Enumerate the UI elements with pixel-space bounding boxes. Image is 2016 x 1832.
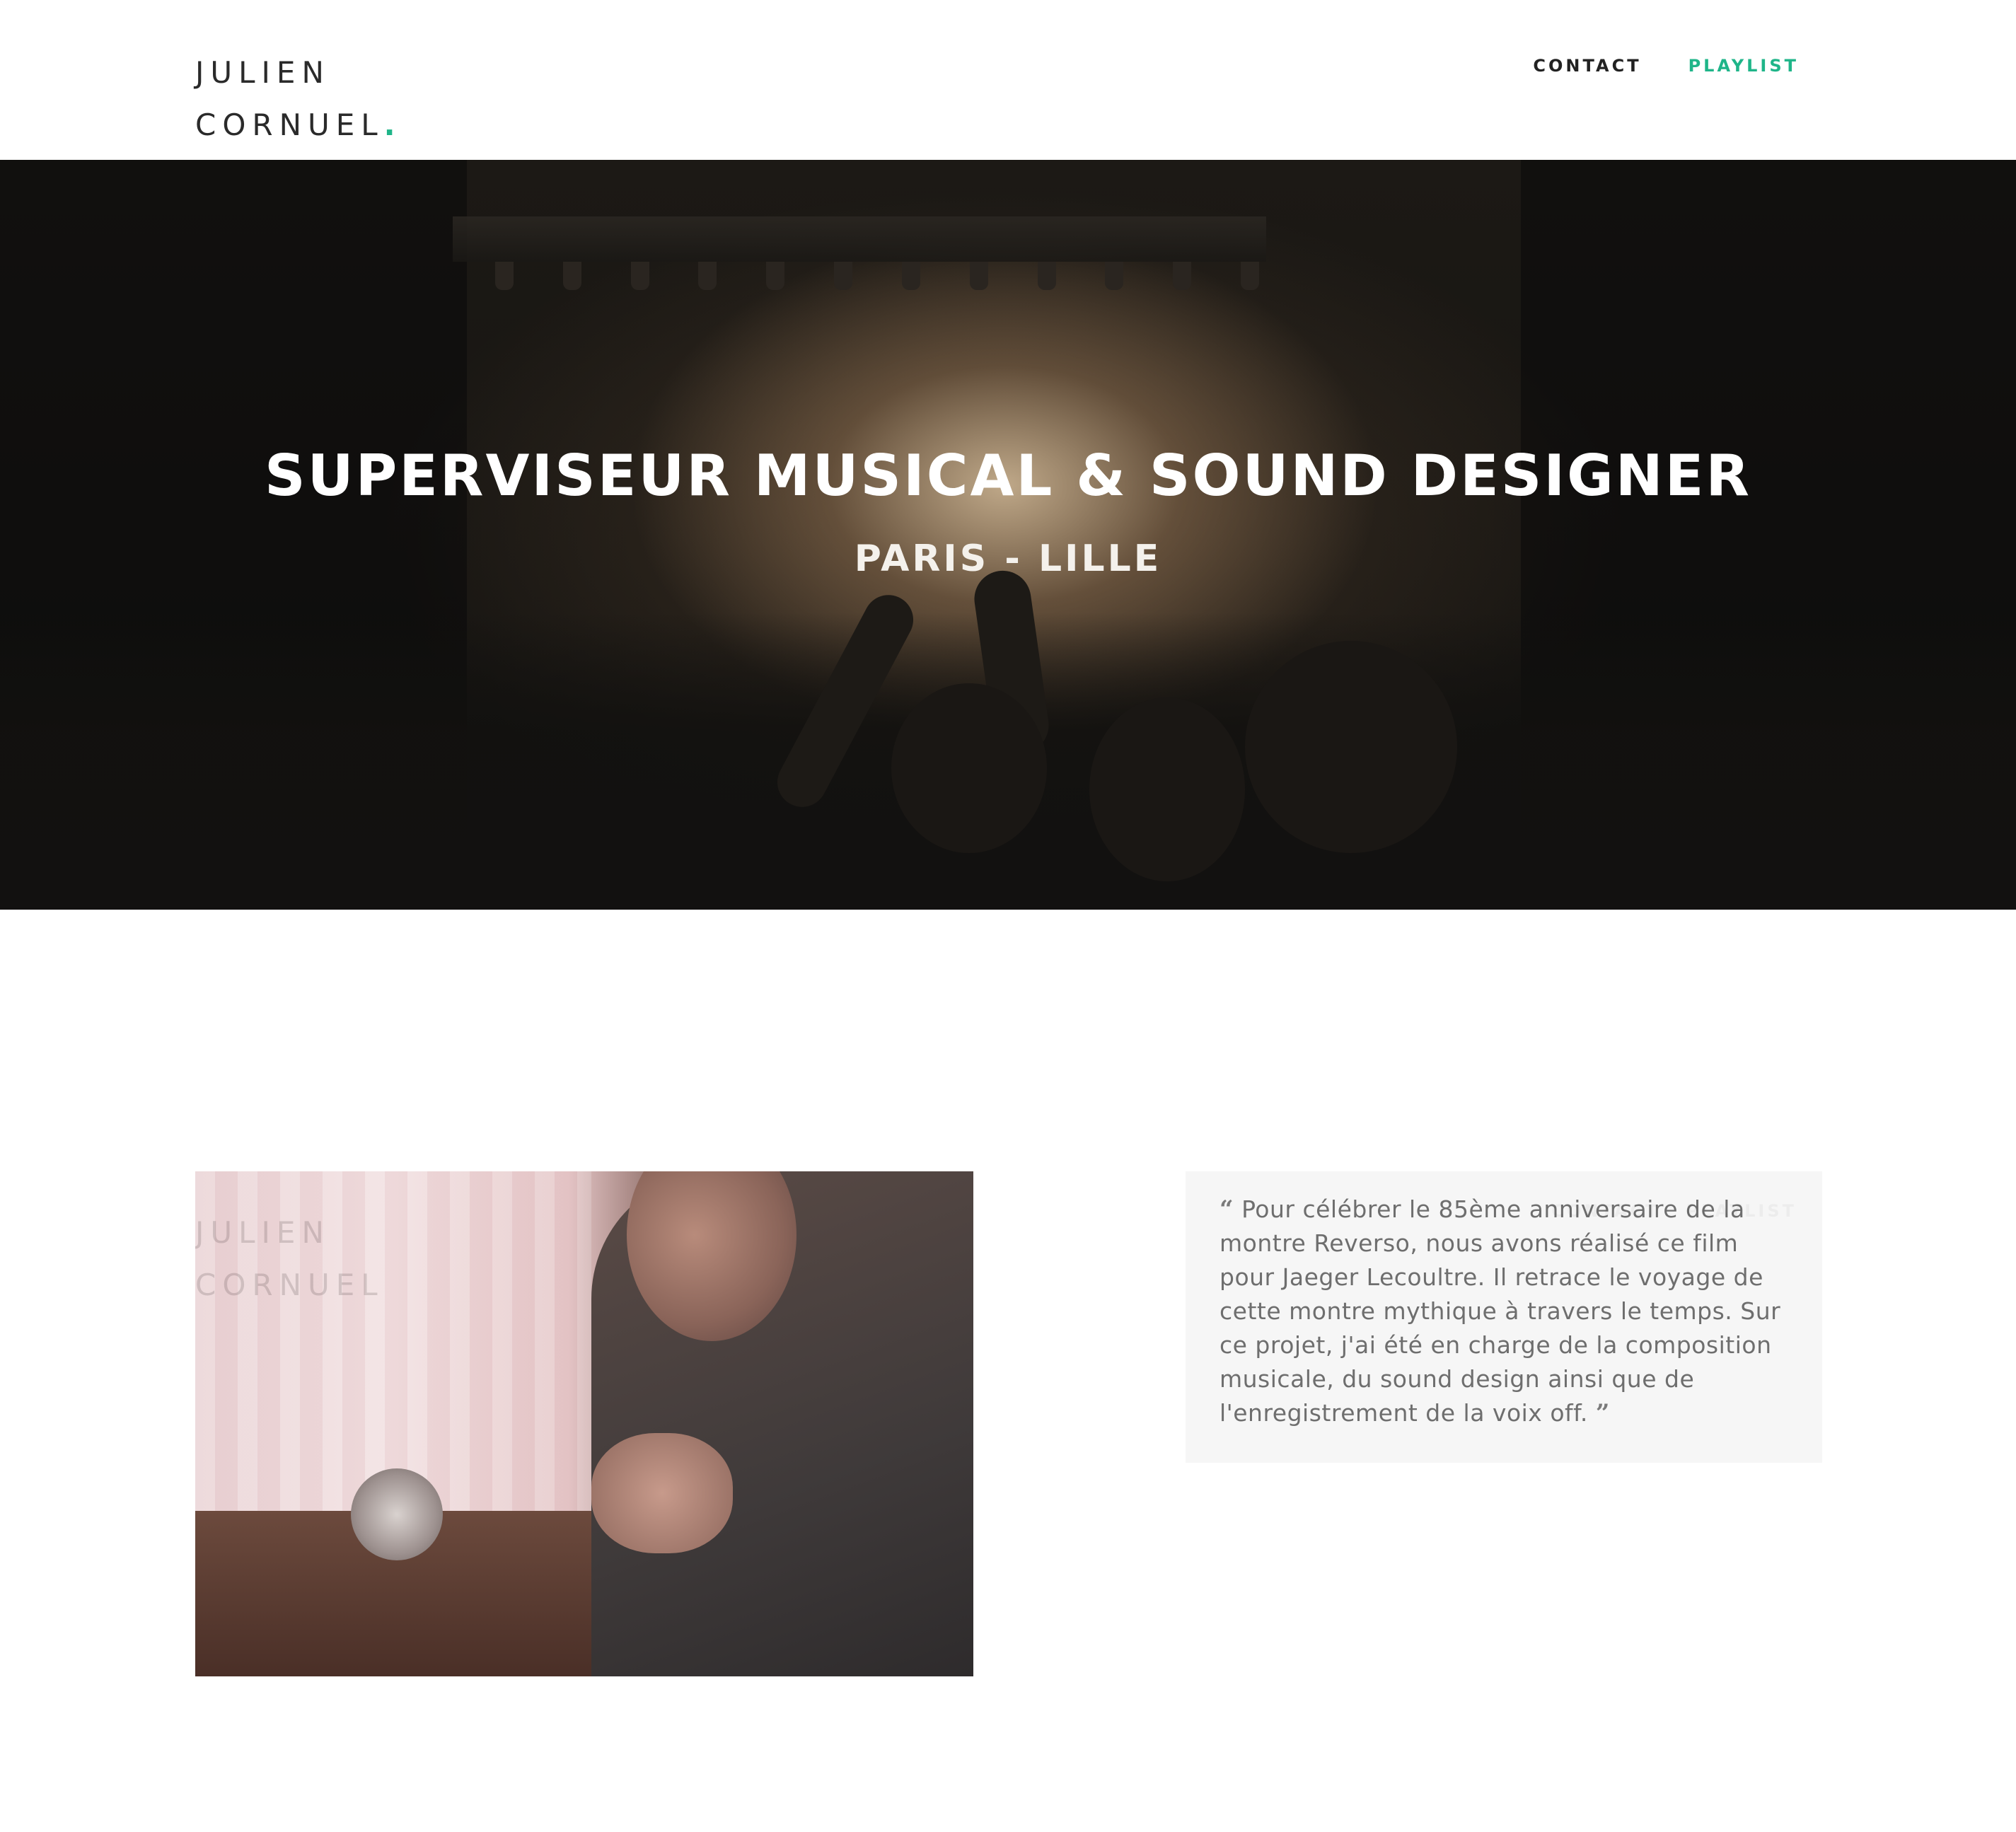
project-video-thumbnail[interactable]: JULIEN CORNUEL <box>195 1171 973 1676</box>
quote-ghost-nav: CONTACT PLAYLIST <box>1551 1201 1797 1221</box>
close-quote-icon: ” <box>1595 1399 1610 1427</box>
stage-truss-image <box>453 216 1266 262</box>
ghost-playlist-text: PLAYLIST <box>1686 1201 1797 1221</box>
logo-accent-dot: . <box>383 108 402 142</box>
logo-last-name: CORNUEL. <box>195 99 402 151</box>
watermark-last-name: CORNUEL <box>195 1268 384 1302</box>
nav-playlist-link[interactable]: PLAYLIST <box>1688 54 1799 78</box>
hero-subtitle: PARIS - LILLE <box>854 538 1162 580</box>
stage-lights-image <box>495 262 1259 297</box>
main-nav: CONTACT PLAYLIST <box>1533 54 1799 78</box>
crowd-head-image <box>891 683 1047 853</box>
logo-first-name: JULIEN <box>195 55 330 90</box>
nav-contact-link[interactable]: CONTACT <box>1533 54 1641 78</box>
ghost-contact-text: CONTACT <box>1551 1201 1659 1221</box>
video-logo-watermark: JULIEN CORNUEL <box>195 1207 384 1311</box>
crowd-head-image <box>1245 641 1457 853</box>
crowd-head-image <box>1089 697 1245 881</box>
site-logo[interactable]: JULIEN CORNUEL. <box>195 47 402 151</box>
logo-last-name-text: CORNUEL <box>195 108 384 142</box>
video-watch-instrument-image <box>351 1468 443 1560</box>
hero-banner: SUPERVISEUR MUSICAL & SOUND DESIGNER PAR… <box>0 160 2016 910</box>
hero-title: SUPERVISEUR MUSICAL & SOUND DESIGNER <box>265 443 1751 509</box>
project-quote-text: Pour célébrer le 85ème anniversaire de l… <box>1220 1195 1781 1427</box>
watermark-first-name: JULIEN <box>195 1215 330 1250</box>
project-quote: “ Pour célébrer le 85ème anniversaire de… <box>1220 1193 1788 1430</box>
site-header: JULIEN CORNUEL. CONTACT PLAYLIST <box>0 0 2016 160</box>
open-quote-icon: “ <box>1220 1195 1234 1224</box>
project-quote-box: CONTACT PLAYLIST “ Pour célébrer le 85èm… <box>1186 1171 1822 1463</box>
video-hand-image <box>591 1433 733 1553</box>
